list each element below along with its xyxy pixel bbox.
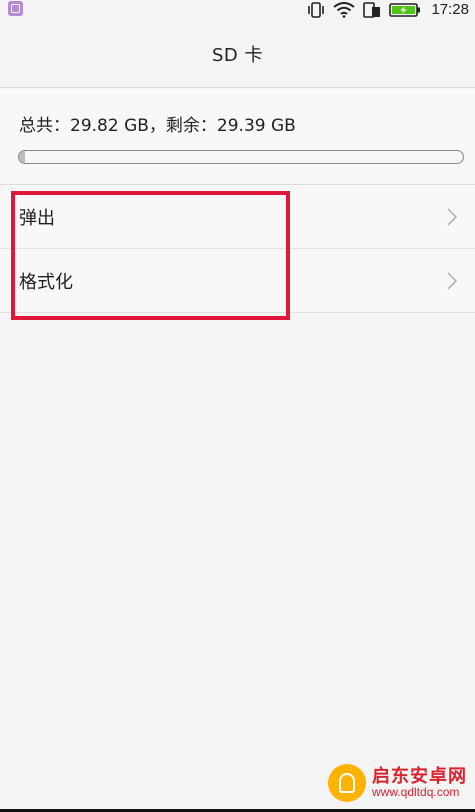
status-icons: 17:28: [307, 0, 469, 20]
watermark-url: www.qdltdq.com: [372, 785, 460, 800]
storage-progress-fill: [19, 151, 26, 163]
watermark: 启东安卓网 www.qdltdq.com: [328, 764, 467, 802]
watermark-title: 启东安卓网: [372, 765, 467, 787]
app-notification-icon: [8, 1, 23, 16]
chevron-right-icon: [447, 208, 458, 226]
clock: 17:28: [431, 1, 469, 18]
menu-item-format[interactable]: 格式化: [0, 249, 475, 313]
vibrate-icon: [308, 2, 325, 18]
storage-summary-text: 总共：29.82 GB，剩余：29.39 GB: [19, 116, 296, 136]
watermark-text: 启东安卓网 www.qdltdq.com: [372, 765, 467, 800]
watermark-logo-icon: [328, 764, 366, 802]
battery-charging-icon: [389, 3, 421, 17]
title-bar: SD 卡: [0, 20, 475, 88]
sd-card-menu: 弹出 格式化: [0, 185, 475, 313]
status-bar: 17:28: [0, 0, 475, 20]
wifi-icon: [333, 2, 356, 18]
storage-progress-bar: [18, 150, 464, 164]
menu-item-label: 格式化: [19, 271, 73, 293]
menu-item-label: 弹出: [19, 207, 55, 229]
page-title: SD 卡: [211, 44, 263, 66]
storage-summary: 总共：29.82 GB，剩余：29.39 GB: [0, 89, 475, 185]
menu-item-eject[interactable]: 弹出: [0, 185, 475, 249]
chevron-right-icon: [447, 272, 458, 290]
sim-card-icon: [363, 2, 381, 18]
